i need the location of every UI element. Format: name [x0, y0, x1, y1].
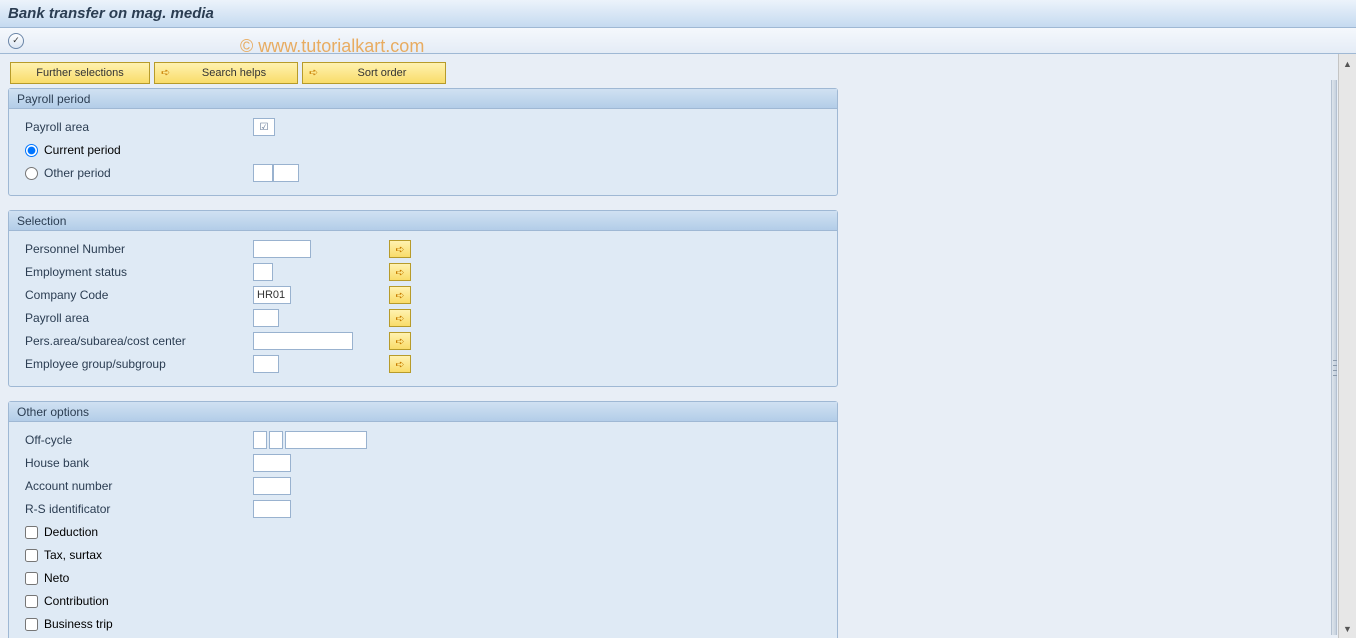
- selection-row: Personnel Number ➪: [19, 238, 827, 260]
- payroll-period-group: Payroll period Payroll area ☑ Current pe…: [8, 88, 838, 196]
- vertical-scrollbar[interactable]: ▲ ▼: [1338, 54, 1356, 638]
- payroll-area-label: Payroll area: [19, 120, 237, 134]
- off-cycle-input-1[interactable]: [253, 431, 267, 449]
- checkbox-input[interactable]: [25, 549, 38, 562]
- group-header: Other options: [9, 402, 837, 422]
- checkbox-option[interactable]: Neto: [19, 571, 69, 585]
- selection-field-input[interactable]: [253, 355, 279, 373]
- checkbox-input[interactable]: [25, 618, 38, 631]
- sort-order-label: Sort order: [327, 67, 437, 79]
- search-helps-label: Search helps: [179, 67, 289, 79]
- selection-row: Employment status ➪: [19, 261, 827, 283]
- group-header: Selection: [9, 211, 837, 231]
- current-period-radio[interactable]: [25, 144, 38, 157]
- account-number-label: Account number: [19, 479, 237, 493]
- checkbox-option[interactable]: Contribution: [19, 594, 109, 608]
- payroll-area-search-icon[interactable]: ☑: [253, 118, 275, 136]
- rs-ident-label: R-S identificator: [19, 502, 237, 516]
- scroll-down-icon[interactable]: ▼: [1341, 622, 1354, 635]
- selection-row: Pers.area/subarea/cost center ➪: [19, 330, 827, 352]
- checkbox-input[interactable]: [25, 595, 38, 608]
- checkbox-label: Tax, surtax: [44, 548, 102, 562]
- multiple-selection-icon[interactable]: ➪: [389, 263, 411, 281]
- checkbox-label: Neto: [44, 571, 69, 585]
- other-options-group: Other options Off-cycle House bank: [8, 401, 838, 638]
- selection-field-label: Employee group/subgroup: [19, 357, 237, 371]
- selection-field-input[interactable]: [253, 263, 273, 281]
- selection-field-label: Pers.area/subarea/cost center: [19, 334, 237, 348]
- off-cycle-input-3[interactable]: [285, 431, 367, 449]
- house-bank-input[interactable]: [253, 454, 291, 472]
- checkbox-row: Neto: [19, 567, 827, 589]
- multiple-selection-icon[interactable]: ➪: [389, 240, 411, 258]
- other-period-input-1[interactable]: [253, 164, 273, 182]
- group-header: Payroll period: [9, 89, 837, 109]
- search-helps-button[interactable]: ➪ Search helps: [154, 62, 298, 84]
- rs-ident-input[interactable]: [253, 500, 291, 518]
- checkbox-label: Business trip: [44, 617, 113, 631]
- checkbox-label: Contribution: [44, 594, 109, 608]
- selection-field-input[interactable]: [253, 240, 311, 258]
- page-title: Bank transfer on mag. media: [8, 5, 214, 22]
- other-period-option[interactable]: Other period: [19, 166, 237, 180]
- checkbox-option[interactable]: Tax, surtax: [19, 548, 102, 562]
- other-period-radio[interactable]: [25, 167, 38, 180]
- selection-field-label: Payroll area: [19, 311, 237, 325]
- further-selections-button[interactable]: Further selections: [10, 62, 150, 84]
- checkbox-row: Business trip: [19, 613, 827, 635]
- checkbox-row: Tax, surtax: [19, 544, 827, 566]
- multiple-selection-icon[interactable]: ➪: [389, 286, 411, 304]
- content-area: Further selections ➪ Search helps ➪ Sort…: [0, 54, 1338, 638]
- current-period-label: Current period: [44, 143, 121, 157]
- scroll-up-icon[interactable]: ▲: [1341, 57, 1354, 70]
- account-number-input[interactable]: [253, 477, 291, 495]
- button-row: Further selections ➪ Search helps ➪ Sort…: [8, 62, 1338, 84]
- checkbox-input[interactable]: [25, 572, 38, 585]
- other-period-label: Other period: [44, 166, 111, 180]
- house-bank-label: House bank: [19, 456, 237, 470]
- off-cycle-input-2[interactable]: [269, 431, 283, 449]
- multiple-selection-icon[interactable]: ➪: [389, 332, 411, 350]
- selection-row: Payroll area ➪: [19, 307, 827, 329]
- selection-field-input[interactable]: [253, 286, 291, 304]
- further-selections-label: Further selections: [36, 67, 123, 79]
- checkbox-input[interactable]: [25, 526, 38, 539]
- selection-field-label: Personnel Number: [19, 242, 237, 256]
- current-period-option[interactable]: Current period: [19, 143, 121, 157]
- multiple-selection-icon[interactable]: ➪: [389, 309, 411, 327]
- execute-icon[interactable]: ✓: [8, 33, 24, 49]
- selection-group: Selection Personnel Number➪Employment st…: [8, 210, 838, 387]
- title-bar: Bank transfer on mag. media: [0, 0, 1356, 28]
- app-toolbar: ✓: [0, 28, 1356, 54]
- multiple-selection-icon[interactable]: ➪: [389, 355, 411, 373]
- selection-row: Employee group/subgroup ➪: [19, 353, 827, 375]
- arrow-right-icon: ➪: [309, 67, 321, 79]
- checkbox-option[interactable]: Business trip: [19, 617, 113, 631]
- other-period-input-2[interactable]: [273, 164, 299, 182]
- selection-field-input[interactable]: [253, 332, 353, 350]
- selection-field-input[interactable]: [253, 309, 279, 327]
- checkbox-row: Contribution: [19, 590, 827, 612]
- selection-field-label: Company Code: [19, 288, 237, 302]
- checkbox-row: Deduction: [19, 521, 827, 543]
- checkbox-label: Deduction: [44, 525, 98, 539]
- arrow-right-icon: ➪: [161, 67, 173, 79]
- off-cycle-label: Off-cycle: [19, 433, 237, 447]
- sort-order-button[interactable]: ➪ Sort order: [302, 62, 446, 84]
- selection-field-label: Employment status: [19, 265, 237, 279]
- checkbox-option[interactable]: Deduction: [19, 525, 98, 539]
- selection-row: Company Code ➪: [19, 284, 827, 306]
- panel-resize-handle[interactable]: [1331, 80, 1337, 635]
